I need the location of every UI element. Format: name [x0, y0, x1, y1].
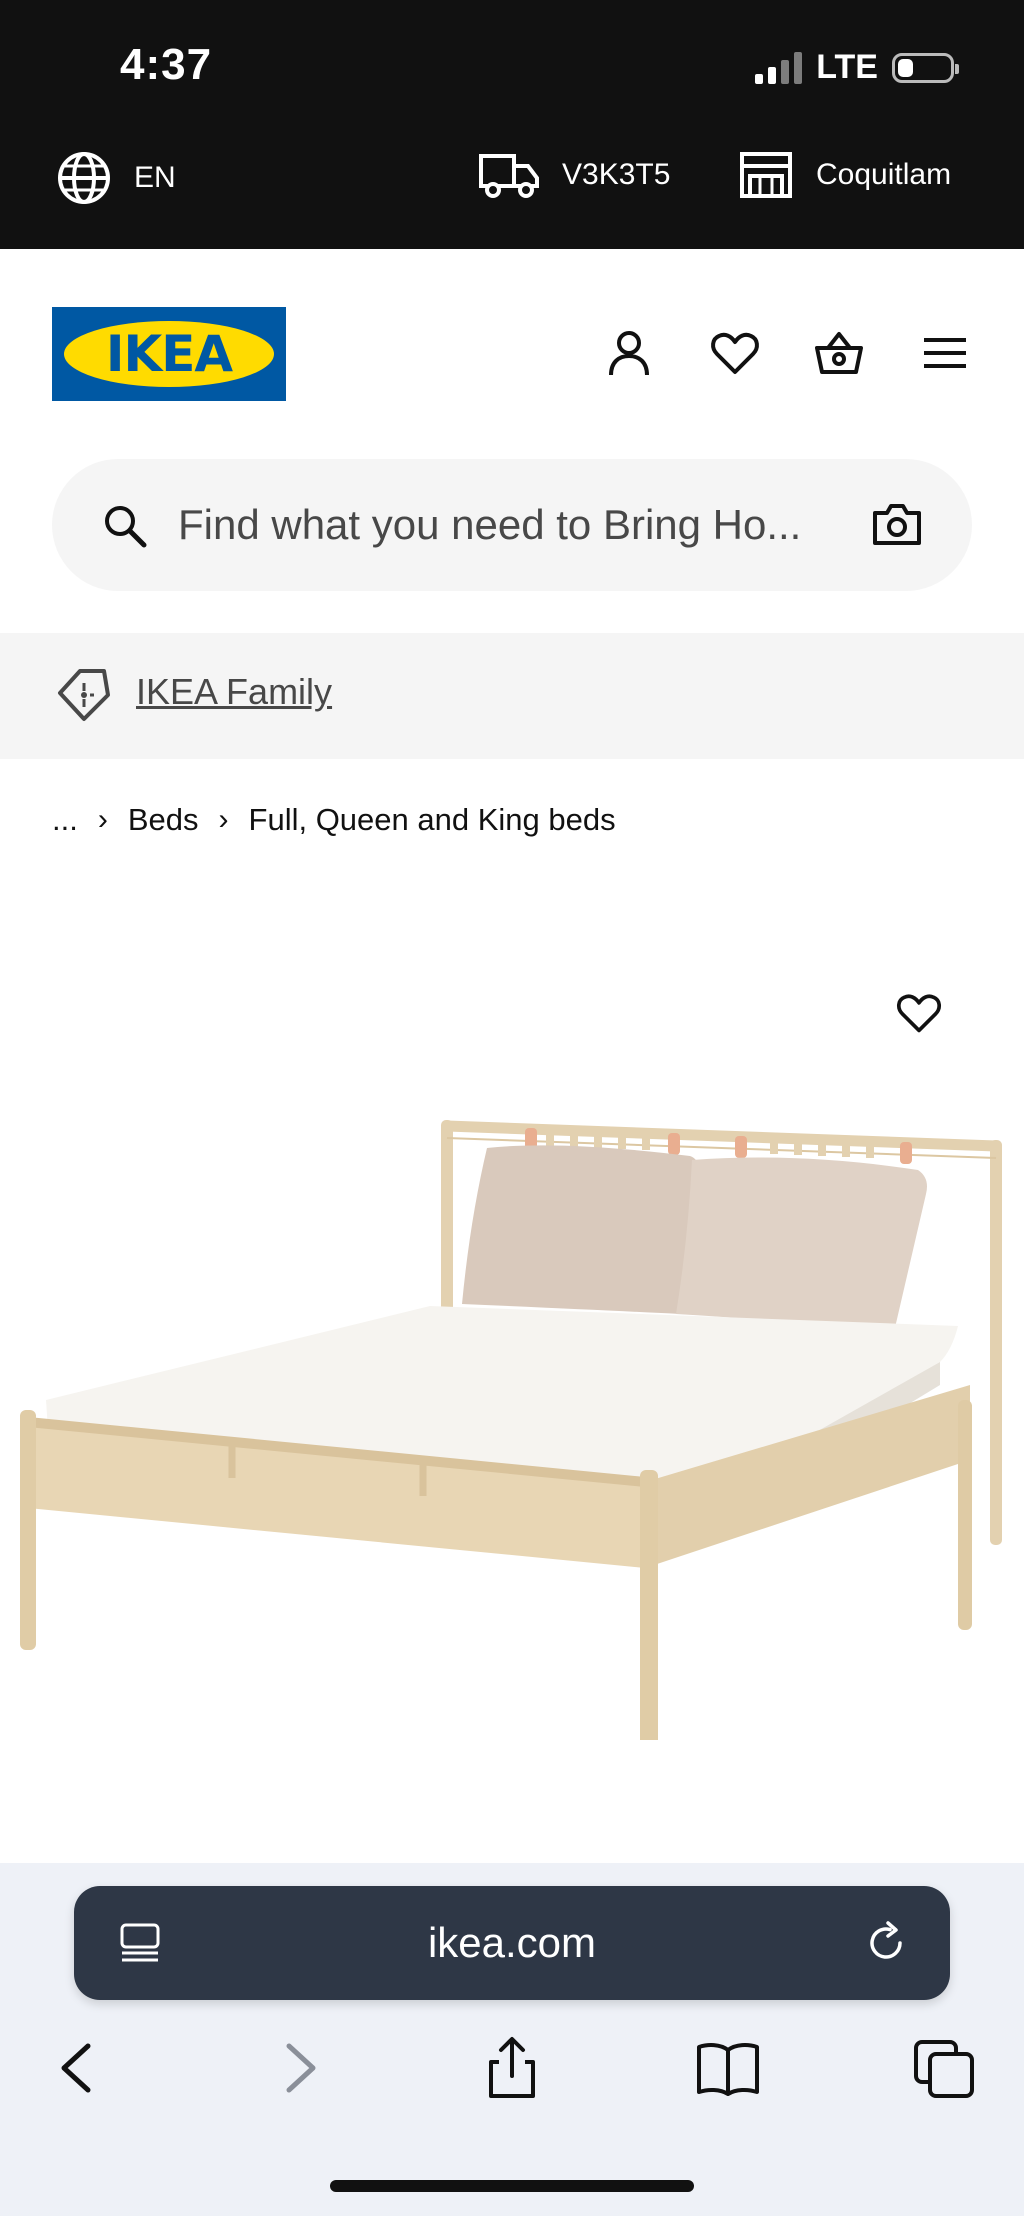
- network-label: LTE: [816, 48, 878, 86]
- address-bar[interactable]: ikea.com: [74, 1886, 950, 2000]
- bed-product-image: [20, 1120, 1002, 1740]
- breadcrumb-beds[interactable]: Beds: [128, 802, 199, 838]
- language-selector[interactable]: EN: [56, 150, 176, 206]
- battery-level: [898, 58, 913, 77]
- reload-icon[interactable]: [864, 1921, 908, 1965]
- breadcrumb: ... › Beds › Full, Queen and King beds: [52, 800, 616, 840]
- tabs-icon[interactable]: [910, 2036, 980, 2100]
- loyalty-tag-icon: [58, 669, 110, 721]
- ikea-logo[interactable]: IKEA: [52, 307, 286, 401]
- basket-icon[interactable]: [814, 328, 864, 378]
- signal-icon: [755, 51, 803, 84]
- battery-icon: [892, 52, 959, 83]
- store-icon: [740, 152, 792, 198]
- status-indicators: LTE: [755, 48, 959, 87]
- url-text[interactable]: ikea.com: [74, 1886, 950, 2000]
- locale-strip: EN V3K3T5 Coquitlam: [0, 150, 1024, 220]
- home-indicator: [330, 2180, 694, 2192]
- bookmarks-icon[interactable]: [693, 2036, 763, 2100]
- search-input[interactable]: Find what you need to Bring Ho...: [178, 501, 801, 549]
- search-icon: [105, 506, 147, 548]
- status-time: 4:37: [120, 40, 213, 89]
- favorite-heart-icon[interactable]: [896, 990, 942, 1036]
- forward-icon[interactable]: [263, 2036, 333, 2100]
- share-icon[interactable]: [477, 2036, 547, 2100]
- delivery-truck-icon: [479, 154, 539, 198]
- chevron-right-icon: ›: [218, 803, 229, 836]
- delivery-postal-code[interactable]: V3K3T5: [478, 150, 670, 200]
- search-bar[interactable]: Find what you need to Bring Ho...: [52, 459, 972, 591]
- breadcrumb-full-queen-king[interactable]: Full, Queen and King beds: [249, 802, 616, 838]
- family-link[interactable]: IKEA Family: [136, 671, 332, 713]
- chevron-right-icon: ›: [97, 803, 108, 836]
- postal-code-label: V3K3T5: [562, 158, 671, 191]
- language-label: EN: [134, 161, 176, 194]
- logo-text: IKEA: [105, 325, 233, 383]
- family-banner[interactable]: IKEA Family: [0, 633, 1024, 759]
- breadcrumb-ellipsis[interactable]: ...: [52, 802, 78, 838]
- menu-icon[interactable]: [920, 328, 970, 378]
- store-selector[interactable]: Coquitlam: [738, 150, 951, 200]
- back-icon[interactable]: [44, 2036, 114, 2100]
- heart-icon[interactable]: [710, 328, 760, 378]
- camera-icon[interactable]: [872, 501, 922, 547]
- globe-icon: [58, 152, 110, 204]
- store-label: Coquitlam: [816, 158, 952, 191]
- account-icon[interactable]: [604, 328, 654, 378]
